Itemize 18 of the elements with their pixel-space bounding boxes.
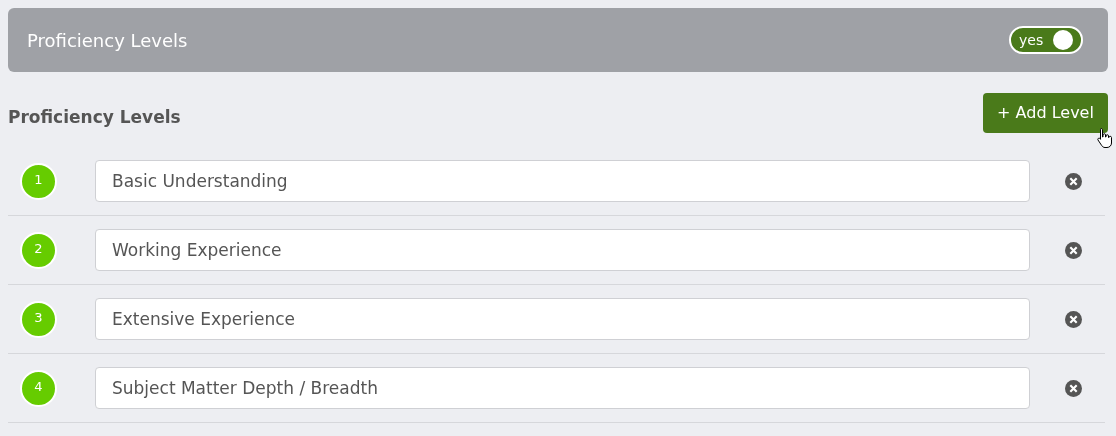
level-name-field[interactable]: Subject Matter Depth / Breadth — [95, 367, 1030, 409]
level-name-field[interactable]: Extensive Experience — [95, 298, 1030, 340]
remove-icon[interactable] — [1065, 310, 1082, 328]
level-name-field[interactable]: Working Experience — [95, 229, 1030, 271]
level-number-badge: 2 — [20, 231, 57, 269]
pointer-cursor-icon — [1096, 127, 1114, 149]
section-heading: Proficiency Levels — [8, 106, 181, 130]
level-number-badge: 4 — [20, 369, 57, 407]
add-level-button[interactable]: + Add Level — [983, 93, 1108, 133]
remove-icon[interactable] — [1065, 379, 1082, 397]
remove-icon[interactable] — [1065, 241, 1082, 259]
toggle-knob — [1053, 30, 1073, 50]
level-number-badge: 3 — [20, 300, 57, 338]
level-name-field[interactable]: Basic Understanding — [95, 160, 1030, 202]
panel-title: Proficiency Levels — [27, 28, 188, 53]
level-number-badge: 1 — [20, 162, 57, 200]
toggle-switch[interactable]: yes — [1009, 26, 1083, 54]
remove-icon[interactable] — [1065, 172, 1082, 190]
